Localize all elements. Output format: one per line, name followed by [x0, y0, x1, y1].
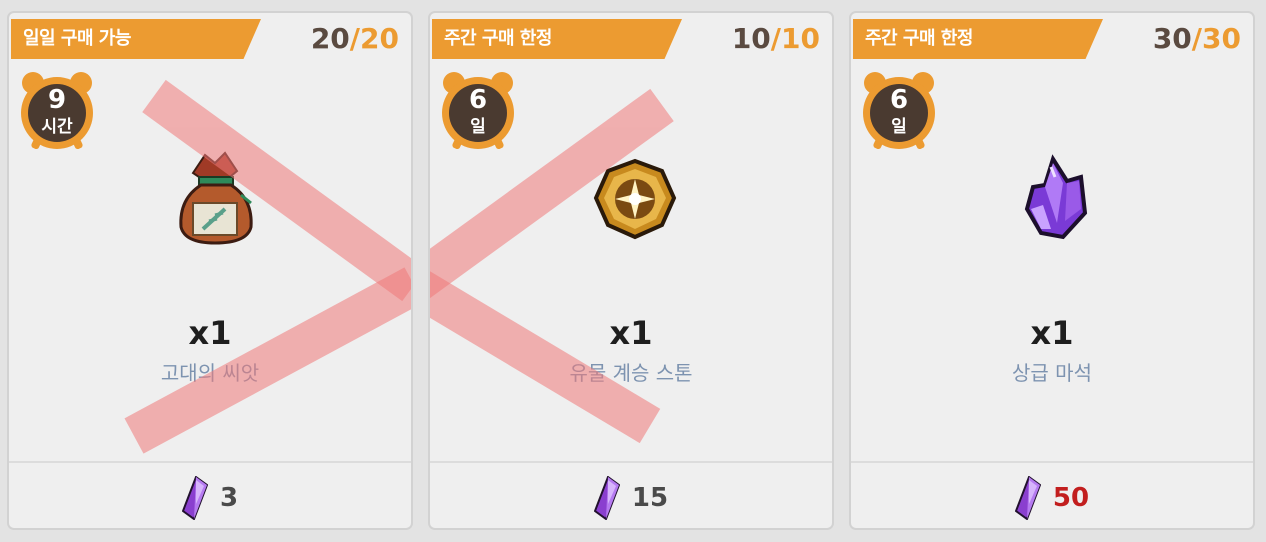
timer-value: 9 — [47, 85, 67, 115]
purchase-count-separator: / — [1191, 22, 1203, 55]
item-quantity: x1 — [609, 314, 653, 352]
shop-item-card[interactable]: 일일 구매 가능 20/20 9 시간 x1 고대의 씨앗 3 — [7, 11, 413, 530]
price-value: 50 — [1052, 483, 1090, 513]
item-name: 고대의 씨앗 — [160, 361, 260, 385]
limit-tag: 주간 구매 한정 — [853, 19, 1103, 59]
purple-gem-icon — [593, 476, 620, 520]
purple-crystal-icon — [1024, 154, 1088, 240]
relic-stone-icon — [593, 158, 677, 240]
purple-gem-icon — [1014, 476, 1041, 520]
limit-tag: 일일 구매 가능 — [11, 19, 261, 59]
limit-label: 주간 구매 한정 — [444, 28, 552, 49]
purchase-count-max: 30 — [1202, 22, 1241, 55]
item-name: 유물 계승 스톤 — [569, 361, 693, 385]
timer-value: 6 — [889, 85, 909, 115]
price-value: 3 — [219, 483, 239, 513]
divider — [9, 461, 411, 463]
purchase-count: 30/30 — [1153, 21, 1241, 57]
purchase-count-separator: / — [770, 22, 782, 55]
price-button[interactable]: 15 — [430, 475, 832, 521]
purple-gem-icon — [181, 476, 208, 520]
purchase-count-max: 10 — [781, 22, 820, 55]
limit-tag: 주간 구매 한정 — [432, 19, 682, 59]
seed-bag-icon — [179, 151, 253, 245]
limit-label: 일일 구매 가능 — [23, 28, 131, 49]
limit-label: 주간 구매 한정 — [865, 28, 973, 49]
timer-unit: 일 — [470, 117, 486, 137]
reset-timer: 9 시간 — [19, 69, 95, 153]
purchase-count-current: 10 — [731, 22, 771, 55]
purchase-count-current: 30 — [1152, 22, 1192, 55]
purchase-count: 20/20 — [311, 21, 399, 57]
item-quantity: x1 — [1030, 314, 1074, 352]
shop-item-card[interactable]: 주간 구매 한정 10/10 6 일 x1 유물 계승 스톤 15 — [428, 11, 834, 530]
shop-item-card[interactable]: 주간 구매 한정 30/30 6 일 x1 상급 마석 50 — [849, 11, 1255, 530]
reset-timer: 6 일 — [440, 69, 516, 153]
reset-timer: 6 일 — [861, 69, 937, 153]
timer-value: 6 — [468, 85, 488, 115]
timer-unit: 일 — [891, 117, 907, 137]
price-value: 15 — [631, 483, 669, 513]
purchase-count-max: 20 — [360, 22, 399, 55]
price-button[interactable]: 50 — [851, 475, 1253, 521]
divider — [430, 461, 832, 463]
purchase-count: 10/10 — [732, 21, 820, 57]
divider — [851, 461, 1253, 463]
item-name: 상급 마석 — [1012, 361, 1092, 385]
purchase-count-separator: / — [349, 22, 361, 55]
timer-unit: 시간 — [41, 117, 73, 137]
price-button[interactable]: 3 — [9, 475, 411, 521]
item-quantity: x1 — [188, 314, 232, 352]
purchase-count-current: 20 — [310, 22, 350, 55]
